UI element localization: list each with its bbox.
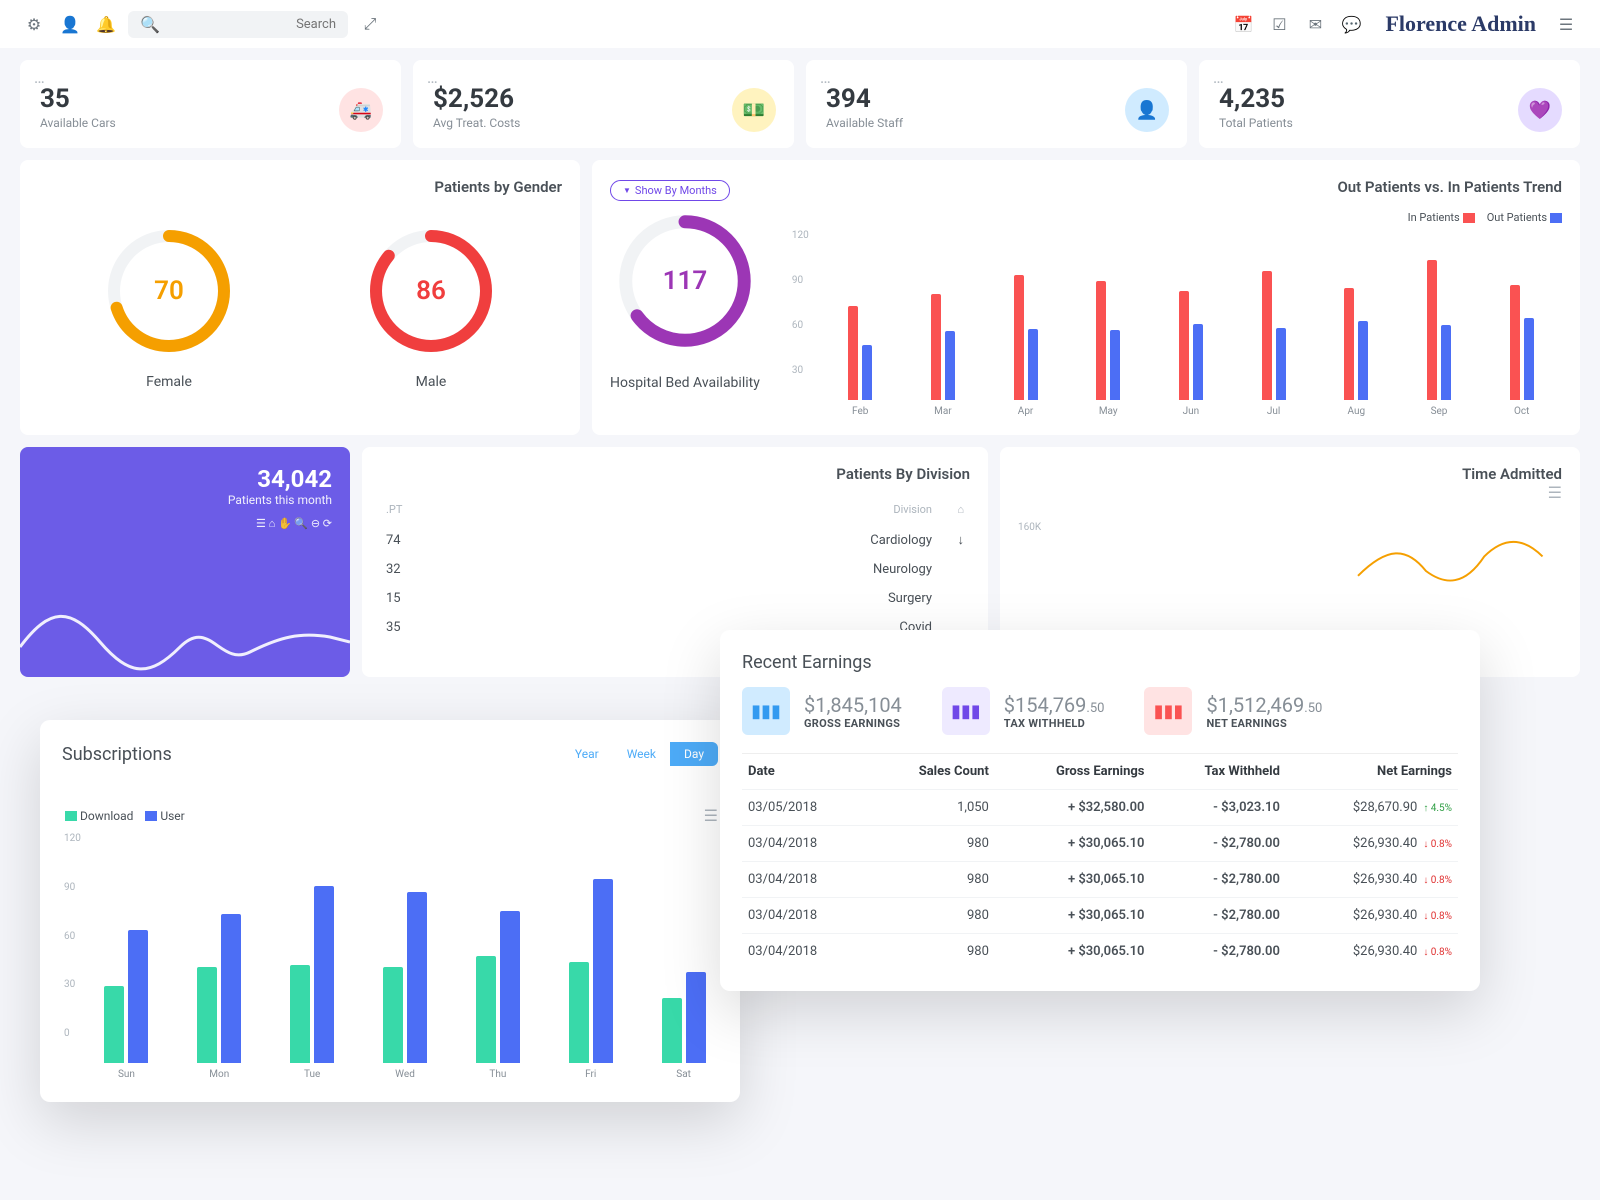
stat-label: Available Staff bbox=[826, 116, 1167, 130]
table-row: 03/04/2018980 + $30,065.10- $2,780.00 $2… bbox=[742, 934, 1458, 970]
subs-menu-icon[interactable]: ☰ bbox=[704, 806, 718, 825]
more-icon[interactable]: … bbox=[427, 68, 440, 87]
table-row[interactable]: 32Neurology bbox=[382, 556, 968, 583]
gender-title: Patients by Gender bbox=[38, 178, 562, 196]
stat-card-0: … 35 Available Cars 🚑 bbox=[20, 60, 401, 148]
chart-icon: ▮▮▮ bbox=[742, 687, 790, 735]
stat-card-3: … 4,235 Total Patients 💜 bbox=[1199, 60, 1580, 148]
gender-card: Patients by Gender 70 Female 86 Male bbox=[20, 160, 580, 435]
table-row: 03/04/2018980 + $30,065.10- $2,780.00 $2… bbox=[742, 898, 1458, 934]
earn-summary: ▮▮▮ $1,512,469.50 NET EARNINGS bbox=[1144, 687, 1322, 735]
chart-icon: ▮▮▮ bbox=[942, 687, 990, 735]
stat-icon: 💵 bbox=[732, 88, 776, 132]
stat-label: Available Cars bbox=[40, 116, 381, 130]
legend-out: Out Patients bbox=[1487, 211, 1562, 224]
division-title: Patients By Division bbox=[380, 465, 970, 483]
subscriptions-card: Subscriptions Year Week Day Download Use… bbox=[40, 720, 740, 1102]
stat-card-2: … 394 Available Staff 👤 bbox=[806, 60, 1187, 148]
bell-icon[interactable]: 🔔 bbox=[92, 10, 120, 38]
stat-icon: 🚑 bbox=[339, 88, 383, 132]
trend-card: ▼Show By Months Out Patients vs. In Pati… bbox=[592, 160, 1580, 435]
earnings-card: Recent Earnings ▮▮▮ $1,845,104 GROSS EAR… bbox=[720, 630, 1480, 991]
show-by-months-button[interactable]: ▼Show By Months bbox=[610, 180, 730, 201]
more-icon[interactable]: … bbox=[1213, 68, 1226, 87]
time-menu-icon[interactable]: ☰ bbox=[1018, 483, 1562, 502]
table-row[interactable]: 15Surgery bbox=[382, 585, 968, 612]
legend-in: In Patients bbox=[1408, 211, 1475, 224]
chart-toolbar[interactable]: ☰ ⌂ ✋ 🔍 ⊖ ⟳ bbox=[38, 517, 332, 530]
table-row: 03/04/2018980 + $30,065.10- $2,780.00 $2… bbox=[742, 826, 1458, 862]
stat-value: 35 bbox=[40, 84, 381, 114]
stat-icon: 👤 bbox=[1125, 88, 1169, 132]
trend-chart: 120906030 bbox=[820, 230, 1562, 400]
trend-title: Out Patients vs. In Patients Trend bbox=[1337, 178, 1562, 196]
subs-tabs: Year Week Day bbox=[561, 742, 718, 766]
stats-row: … 35 Available Cars 🚑 … $2,526 Avg Treat… bbox=[0, 48, 1600, 160]
more-icon[interactable]: … bbox=[820, 68, 833, 87]
earnings-title: Recent Earnings bbox=[742, 652, 1458, 673]
subs-chart: 1209060300 bbox=[92, 833, 718, 1063]
more-icon[interactable]: … bbox=[34, 68, 47, 87]
menu-icon[interactable]: ☰ bbox=[1552, 10, 1580, 38]
stat-icon: 💜 bbox=[1518, 88, 1562, 132]
search-icon: 🔍 bbox=[140, 15, 160, 34]
male-donut: 86 Male bbox=[366, 226, 496, 390]
search-wrap: 🔍 bbox=[128, 11, 348, 38]
table-row[interactable]: 74Cardiology↓ bbox=[382, 526, 968, 554]
table-row: 03/05/20181,050 + $32,580.00- $3,023.10 … bbox=[742, 790, 1458, 826]
check-icon[interactable]: ☑ bbox=[1265, 10, 1293, 38]
stat-value: 4,235 bbox=[1219, 84, 1560, 114]
chart-icon: ▮▮▮ bbox=[1144, 687, 1192, 735]
table-row: 03/04/2018980 + $30,065.10- $2,780.00 $2… bbox=[742, 862, 1458, 898]
beds-donut: 117 Hospital Bed Availability bbox=[610, 211, 760, 417]
stat-label: Avg Treat. Costs bbox=[433, 116, 774, 130]
settings-icon[interactable]: ⚙ bbox=[20, 10, 48, 38]
tab-day[interactable]: Day bbox=[670, 742, 718, 766]
stat-value: 394 bbox=[826, 84, 1167, 114]
stat-label: Total Patients bbox=[1219, 116, 1560, 130]
search-input[interactable] bbox=[160, 17, 336, 32]
female-donut: 70 Female bbox=[104, 226, 234, 390]
brand-title: Florence Admin bbox=[1385, 11, 1536, 37]
chat-icon[interactable]: 💬 bbox=[1337, 10, 1365, 38]
topbar: ⚙ 👤 🔔 🔍 ⤢ 📅 ☑ ✉ 💬 Florence Admin ☰ bbox=[0, 0, 1600, 48]
earn-summary: ▮▮▮ $1,845,104 GROSS EARNINGS bbox=[742, 687, 902, 735]
stat-value: $2,526 bbox=[433, 84, 774, 114]
stat-card-1: … $2,526 Avg Treat. Costs 💵 bbox=[413, 60, 794, 148]
tab-week[interactable]: Week bbox=[613, 742, 670, 766]
calendar-icon[interactable]: 📅 bbox=[1229, 10, 1257, 38]
subscriptions-title: Subscriptions bbox=[62, 744, 172, 765]
patients-month-card: 34,042 Patients this month ☰ ⌂ ✋ 🔍 ⊖ ⟳ bbox=[20, 447, 350, 677]
user-icon[interactable]: 👤 bbox=[56, 10, 84, 38]
earn-summary: ▮▮▮ $154,769.50 TAX WITHHELD bbox=[942, 687, 1105, 735]
expand-icon[interactable]: ⤢ bbox=[356, 10, 384, 38]
mail-icon[interactable]: ✉ bbox=[1301, 10, 1329, 38]
tab-year[interactable]: Year bbox=[561, 742, 613, 766]
